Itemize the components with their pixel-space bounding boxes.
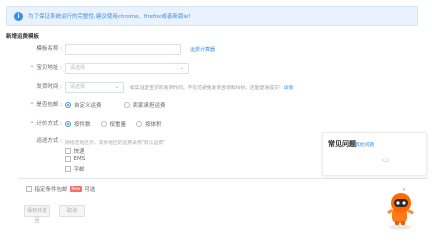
pricing-option-count[interactable]: 按件数	[65, 120, 91, 128]
ship-time-select[interactable]: 请选择 ⌄	[65, 81, 124, 93]
pricing-row: * 计价方式 : 按件数 按重量 按体积	[0, 118, 172, 130]
loading-spinner-icon	[382, 158, 389, 162]
chevron-down-icon: ⌄	[114, 83, 119, 90]
faq-panel: 常见问题 其他问题	[322, 132, 427, 176]
save-return-button[interactable]: 保存并返回	[24, 205, 50, 224]
ship-from-label: 宝贝地址 :	[36, 65, 62, 71]
checkbox-icon	[65, 148, 71, 154]
info-icon: i	[14, 11, 23, 21]
free-shipping-option-seller[interactable]: 卖家承担运费	[123, 101, 166, 109]
ship-time-row: 发货时间 : 请选择 ⌄ 如实设定宝贝的发货时间，不仅可避免发货咨询和纠纷，还能…	[0, 81, 293, 93]
pricing-option-label: 按件数	[74, 122, 91, 128]
pricing-label: 计价方式 :	[36, 121, 62, 127]
faq-other-link[interactable]: 其他问题	[355, 141, 374, 148]
conditional-free-suffix: 可选	[84, 187, 96, 193]
section-title: 新增运费模板	[6, 34, 40, 40]
pricing-option-label: 按体积	[145, 122, 162, 128]
delivery-note: 除指定地区外，其余地区的运费采用"默认运费"	[65, 141, 166, 146]
required-mark: *	[30, 65, 34, 71]
delivery-label: 运送方式 :	[36, 138, 62, 144]
free-shipping-option-label: 自定义运费	[74, 103, 102, 109]
notice-text: 为了保证系统运行的完整性,建议使用chrome、firefox或者新版ie!	[28, 14, 191, 20]
freight-calculator-link[interactable]: 运费计算器	[190, 46, 215, 53]
ship-from-select[interactable]: 请选择 ⌄	[65, 62, 189, 74]
divider	[18, 178, 428, 179]
ship-time-hint: 如实设定宝贝的发货时间，不仅可避免发货咨询和纠纷，还能促进成交！详情	[130, 84, 293, 91]
delivery-option-ems[interactable]: EMS	[65, 156, 85, 162]
template-name-label: 模板名称 :	[36, 46, 62, 52]
template-name-input[interactable]	[65, 43, 181, 55]
radio-selected-icon	[65, 121, 71, 127]
ship-time-hint-text: 如实设定宝贝的发货时间，不仅可避免发货咨询和纠纷，还能促进成交！	[130, 85, 284, 91]
ship-from-row: * 宝贝地址 : 请选择 ⌄	[0, 62, 189, 74]
close-icon[interactable]: ✕	[402, 188, 406, 193]
free-shipping-row: * 是否包邮 : 自定义运费 卖家承担运费	[0, 99, 176, 111]
pricing-option-volume[interactable]: 按体积	[136, 120, 162, 128]
delivery-option-express[interactable]: 快递	[65, 147, 85, 155]
ship-from-placeholder: 请选择	[70, 64, 86, 71]
ship-time-detail-link[interactable]: 详情	[284, 86, 294, 91]
cancel-button[interactable]: 取消	[59, 205, 85, 217]
new-badge: New	[69, 186, 83, 192]
template-name-row: 模板名称 : 运费计算器	[0, 43, 215, 55]
required-mark: *	[30, 102, 34, 108]
conditional-free-label: 指定条件包邮	[34, 187, 68, 193]
chevron-down-icon: ⌄	[179, 64, 184, 71]
radio-icon	[136, 121, 143, 127]
checkbox-icon	[26, 186, 32, 192]
radio-icon	[123, 102, 130, 108]
radio-icon	[100, 121, 107, 127]
required-mark: *	[30, 121, 34, 127]
radio-selected-icon	[65, 102, 71, 108]
delivery-option-label: 快递	[73, 149, 85, 155]
conditional-free-shipping-checkbox[interactable]: 指定条件包邮 New 可选	[26, 185, 95, 193]
delivery-row: 运送方式 :	[0, 135, 65, 147]
delivery-option-label: EMS	[73, 156, 86, 162]
delivery-option-label: 平邮	[73, 167, 85, 173]
ship-time-placeholder: 请选择	[70, 83, 86, 90]
robot-assistant-icon[interactable]	[380, 186, 420, 230]
checkbox-icon	[65, 166, 71, 172]
checkbox-icon	[65, 156, 71, 162]
pricing-option-weight[interactable]: 按重量	[100, 120, 127, 128]
browser-notice: i 为了保证系统运行的完整性,建议使用chrome、firefox或者新版ie!	[6, 6, 418, 26]
free-shipping-option-custom[interactable]: 自定义运费	[65, 101, 102, 109]
shipping-template-page: i 为了保证系统运行的完整性,建议使用chrome、firefox或者新版ie!…	[0, 0, 432, 250]
delivery-option-mail[interactable]: 平邮	[65, 165, 85, 173]
ship-time-label: 发货时间 :	[36, 84, 62, 90]
faq-title: 常见问题	[328, 140, 356, 148]
free-shipping-label: 是否包邮 :	[36, 102, 62, 108]
free-shipping-option-label: 卖家承担运费	[132, 103, 166, 109]
pricing-option-label: 按重量	[109, 122, 127, 128]
